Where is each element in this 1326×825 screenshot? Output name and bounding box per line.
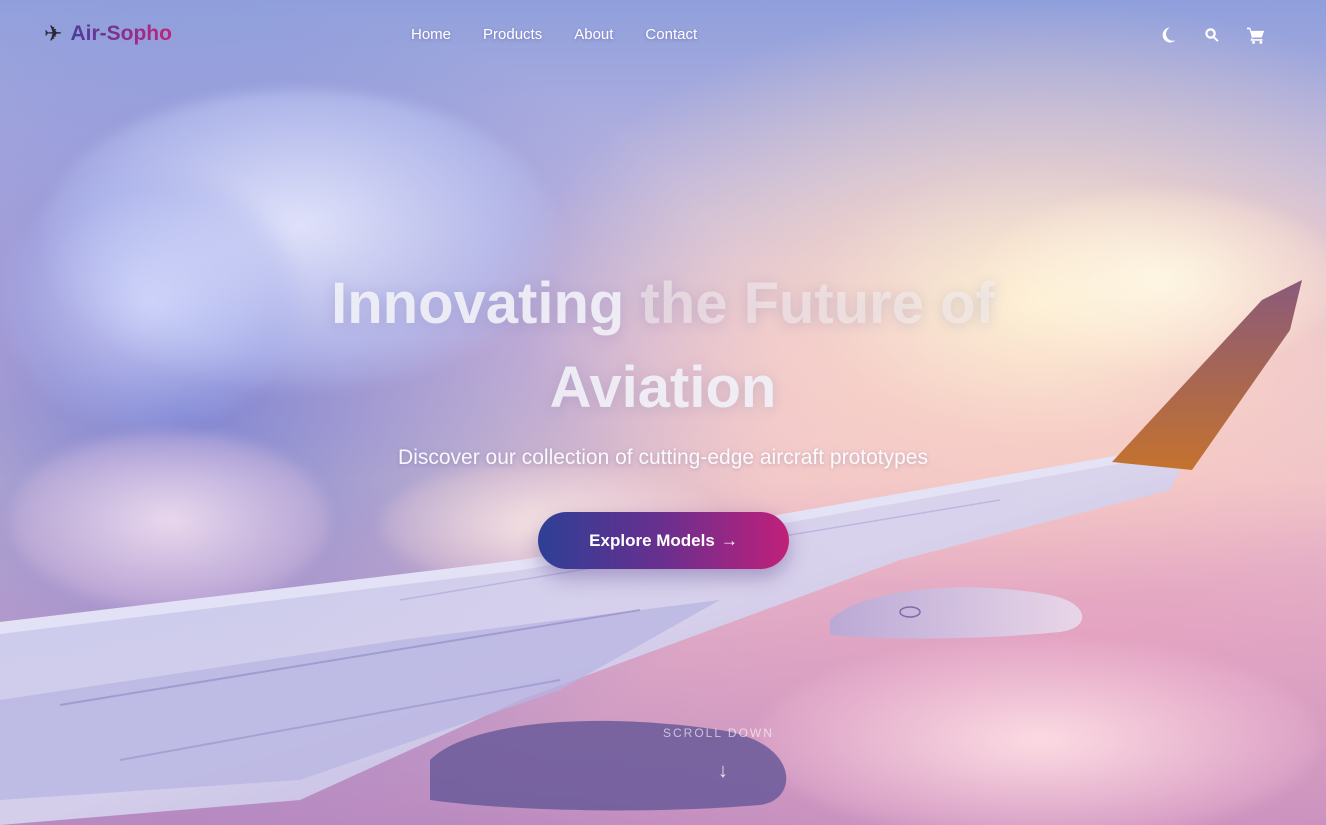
nav-link-home[interactable]: Home — [411, 26, 451, 43]
nav-link-contact[interactable]: Contact — [645, 26, 697, 43]
nav-link-about[interactable]: About — [574, 26, 613, 43]
main-nav: Home Products About Contact — [411, 26, 697, 43]
cta-label: Explore Models — [589, 530, 715, 550]
nav-link-products[interactable]: Products — [483, 26, 542, 43]
hero-headline: Innovating the Future of Aviation — [0, 262, 1326, 430]
arrow-down-icon[interactable]: ↓ — [718, 760, 728, 783]
headline-line-2: Aviation — [549, 355, 777, 420]
moon-icon[interactable] — [1158, 24, 1178, 46]
arrow-right-icon: → — [720, 530, 738, 550]
brand-name: Air-Sopho — [70, 22, 172, 45]
brand-logo[interactable]: ✈ Air-Sopho — [44, 22, 172, 46]
cart-icon[interactable] — [1246, 24, 1266, 46]
hero-subtitle: Discover our collection of cutting-edge … — [398, 446, 928, 469]
search-icon[interactable] — [1202, 24, 1222, 46]
scroll-down-label[interactable]: SCROLL DOWN — [663, 726, 774, 740]
site-header: ✈ Air-Sopho Home Products About Contact — [0, 0, 1326, 72]
explore-models-button[interactable]: Explore Models → — [538, 512, 789, 569]
hero-section: ✈ Air-Sopho Home Products About Contact … — [0, 0, 1326, 825]
header-actions — [1158, 24, 1266, 46]
headline-strong: Innovating — [331, 271, 625, 336]
headline-faint: the Future of — [624, 271, 995, 336]
plane-icon: ✈ — [44, 21, 63, 46]
